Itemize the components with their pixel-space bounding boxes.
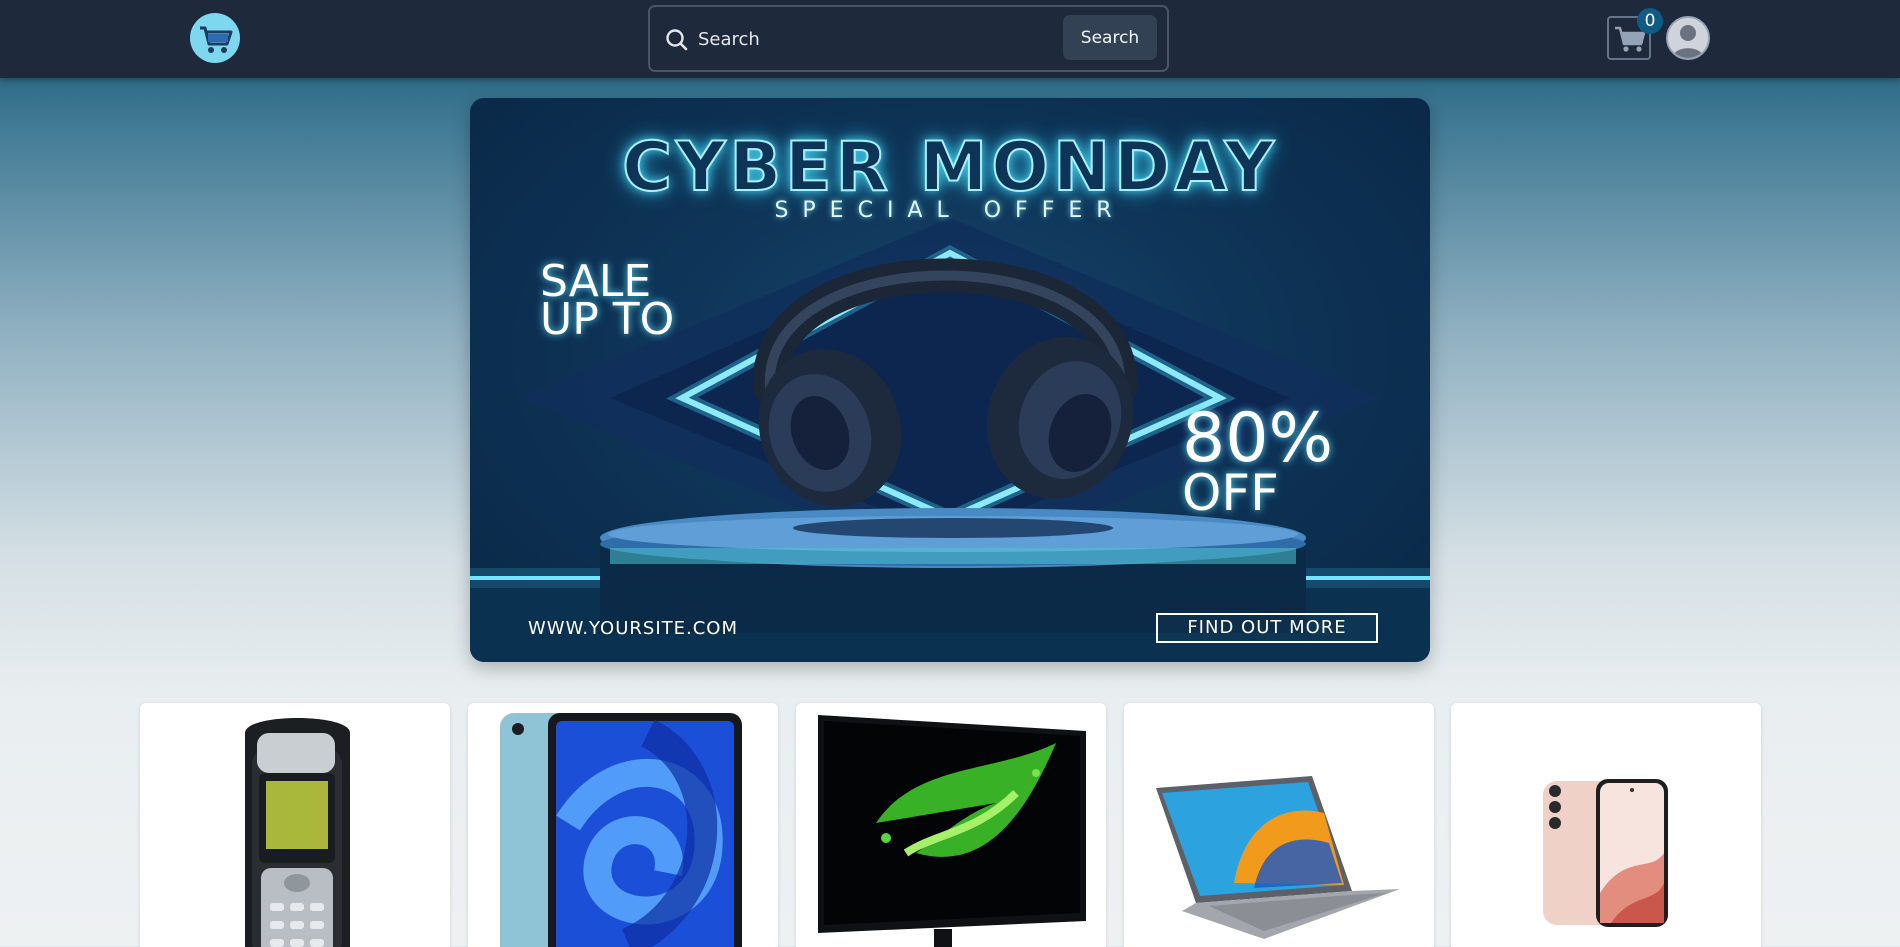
ipad-tablet-image xyxy=(500,713,742,947)
laptop-image xyxy=(1156,776,1400,939)
product-card[interactable] xyxy=(140,703,450,947)
banner-discount: 80% OFF xyxy=(1182,405,1422,519)
shopping-cart-logo[interactable] xyxy=(190,13,240,63)
promo-banner[interactable]: CYBER MONDAY SPECIAL OFFER SALE UP TO 80… xyxy=(470,98,1430,662)
search-button[interactable]: Search xyxy=(1063,15,1157,60)
find-out-more-button[interactable]: FIND OUT MORE xyxy=(1156,613,1378,643)
search-input[interactable] xyxy=(698,19,1058,59)
search-icon xyxy=(666,29,688,51)
user-avatar[interactable] xyxy=(1666,16,1710,60)
product-card[interactable] xyxy=(1124,703,1434,947)
banner-sale-line2: UP TO xyxy=(540,294,675,345)
banner-sale-text: SALE UP TO xyxy=(540,260,800,345)
banner-title: CYBER MONDAY xyxy=(621,127,1278,208)
search-bar: Search xyxy=(648,5,1169,72)
product-card[interactable] xyxy=(468,703,778,947)
navbar: Search 0 xyxy=(0,0,1900,78)
product-card[interactable] xyxy=(796,703,1106,947)
cart-count-badge: 0 xyxy=(1637,8,1663,34)
galaxy-phone-image xyxy=(1543,779,1668,927)
product-card[interactable] xyxy=(1451,703,1761,947)
acer-monitor-image xyxy=(818,715,1086,947)
banner-subtitle: SPECIAL OFFER xyxy=(774,198,1126,223)
banner-website: WWW.YOURSITE.COM xyxy=(528,618,739,639)
cart-logo-icon xyxy=(200,26,233,53)
nokia-phone-image xyxy=(245,718,350,947)
user-avatar-icon xyxy=(1668,18,1708,58)
